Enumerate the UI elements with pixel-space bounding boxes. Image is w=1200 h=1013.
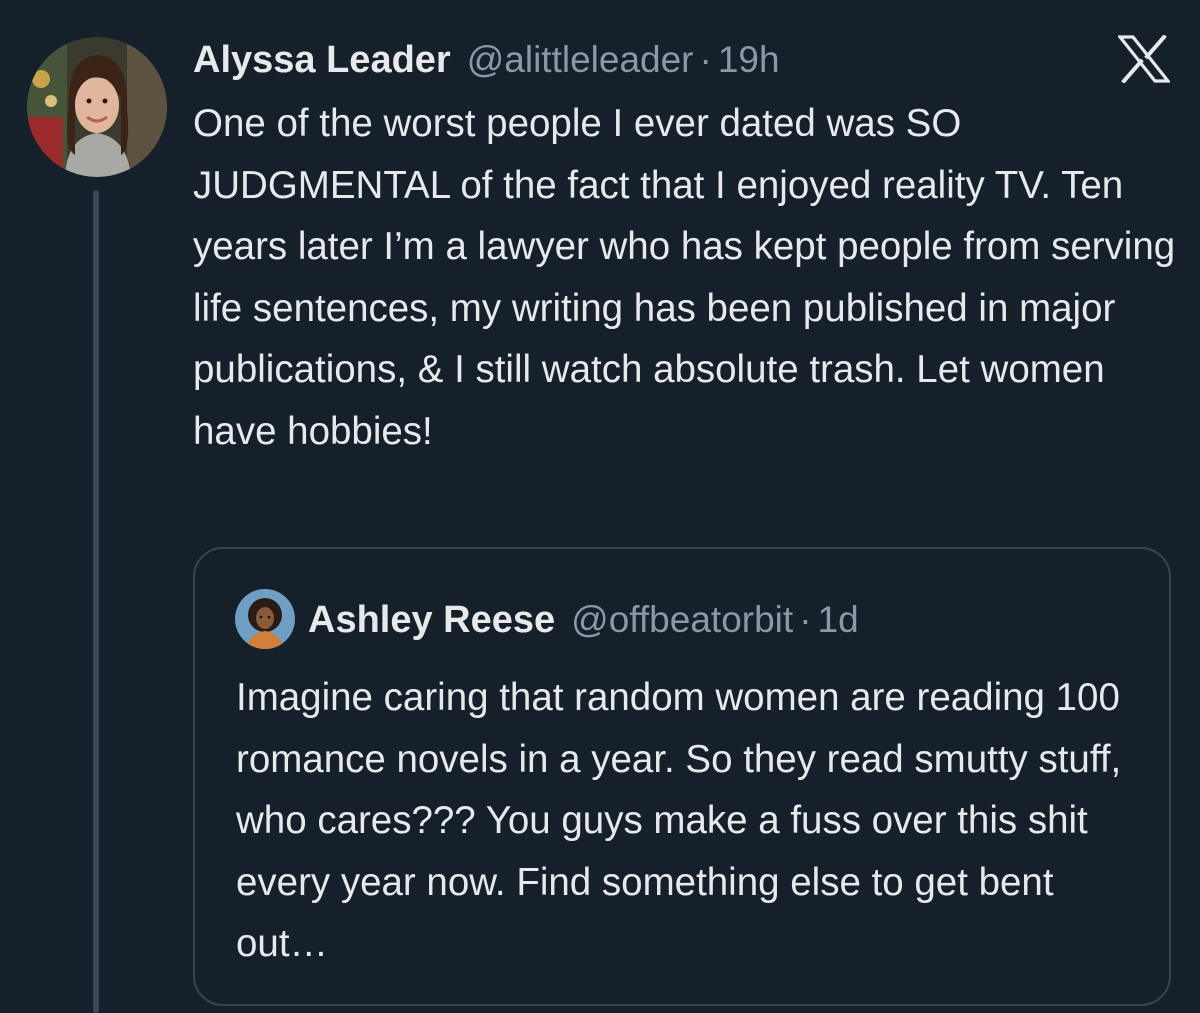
author-handle[interactable]: @alittleleader xyxy=(467,39,694,81)
tweet-text: One of the worst people I ever dated was… xyxy=(193,102,1176,453)
quoted-author-avatar[interactable] xyxy=(235,589,295,649)
quoted-tweet-text: Imagine caring that random women are rea… xyxy=(236,676,1122,965)
tweet-header: Alyssa Leader @alittleleader · 19h xyxy=(193,34,780,86)
quoted-tweet-header: Ashley Reese @offbeatorbit · 1d xyxy=(308,593,859,647)
author-name[interactable]: Alyssa Leader xyxy=(193,39,451,82)
tweet-timestamp[interactable]: 19h xyxy=(718,39,780,81)
author-avatar[interactable] xyxy=(27,37,167,177)
quoted-tweet-card[interactable]: Ashley Reese @offbeatorbit · 1d Imagine … xyxy=(193,547,1171,1006)
quoted-author-name[interactable]: Ashley Reese xyxy=(308,599,555,642)
avatar-photo-icon xyxy=(27,37,167,177)
thread-line xyxy=(93,190,99,1013)
x-logo-icon[interactable] xyxy=(1116,34,1172,84)
separator-dot: · xyxy=(699,39,712,80)
quoted-author-handle[interactable]: @offbeatorbit xyxy=(571,599,793,641)
quoted-avatar-photo-icon xyxy=(235,589,295,649)
quoted-separator-dot: · xyxy=(799,599,812,640)
quoted-tweet-timestamp[interactable]: 1d xyxy=(818,599,859,641)
